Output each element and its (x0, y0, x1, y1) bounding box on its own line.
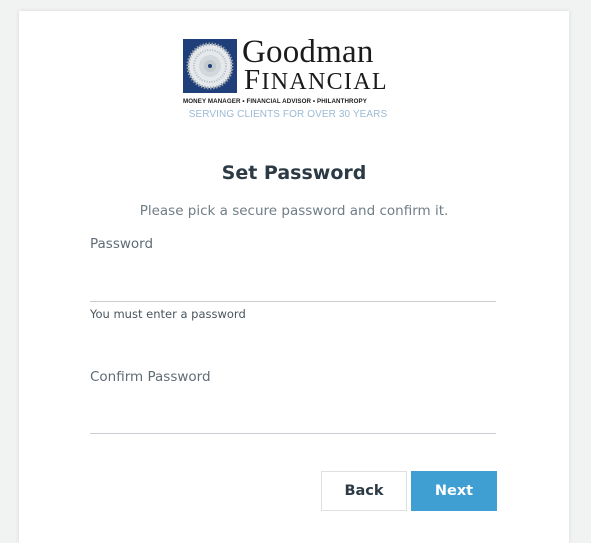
confirm-password-input[interactable] (90, 405, 496, 434)
back-button[interactable]: Back (321, 471, 407, 511)
logo-subname-text: FINANCIAL (244, 64, 388, 96)
logo-subname-rest: INANCIAL (261, 69, 388, 95)
password-error-message: You must enter a password (90, 307, 246, 321)
page-background: Goodman FINANCIAL MONEY MANAGER • FINANC… (0, 0, 591, 543)
password-label: Password (90, 236, 154, 252)
logo-tagline: MONEY MANAGER • FINANCIAL ADVISOR • PHIL… (183, 98, 367, 105)
page-title: Set Password (221, 162, 367, 184)
logo-emblem-icon (183, 39, 237, 93)
page-subtitle: Please pick a secure password and confir… (139, 203, 449, 219)
password-input[interactable] (90, 273, 496, 302)
confirm-password-label: Confirm Password (90, 369, 211, 385)
set-password-card: Goodman FINANCIAL MONEY MANAGER • FINANC… (19, 11, 569, 543)
logo-subname-initial: F (244, 64, 262, 96)
logo-slogan: SERVING CLIENTS FOR OVER 30 YEARS (188, 109, 388, 120)
company-logo: Goodman FINANCIAL MONEY MANAGER • FINANC… (183, 35, 393, 124)
next-button[interactable]: Next (411, 471, 497, 511)
logo-name-text: Goodman (242, 34, 374, 70)
